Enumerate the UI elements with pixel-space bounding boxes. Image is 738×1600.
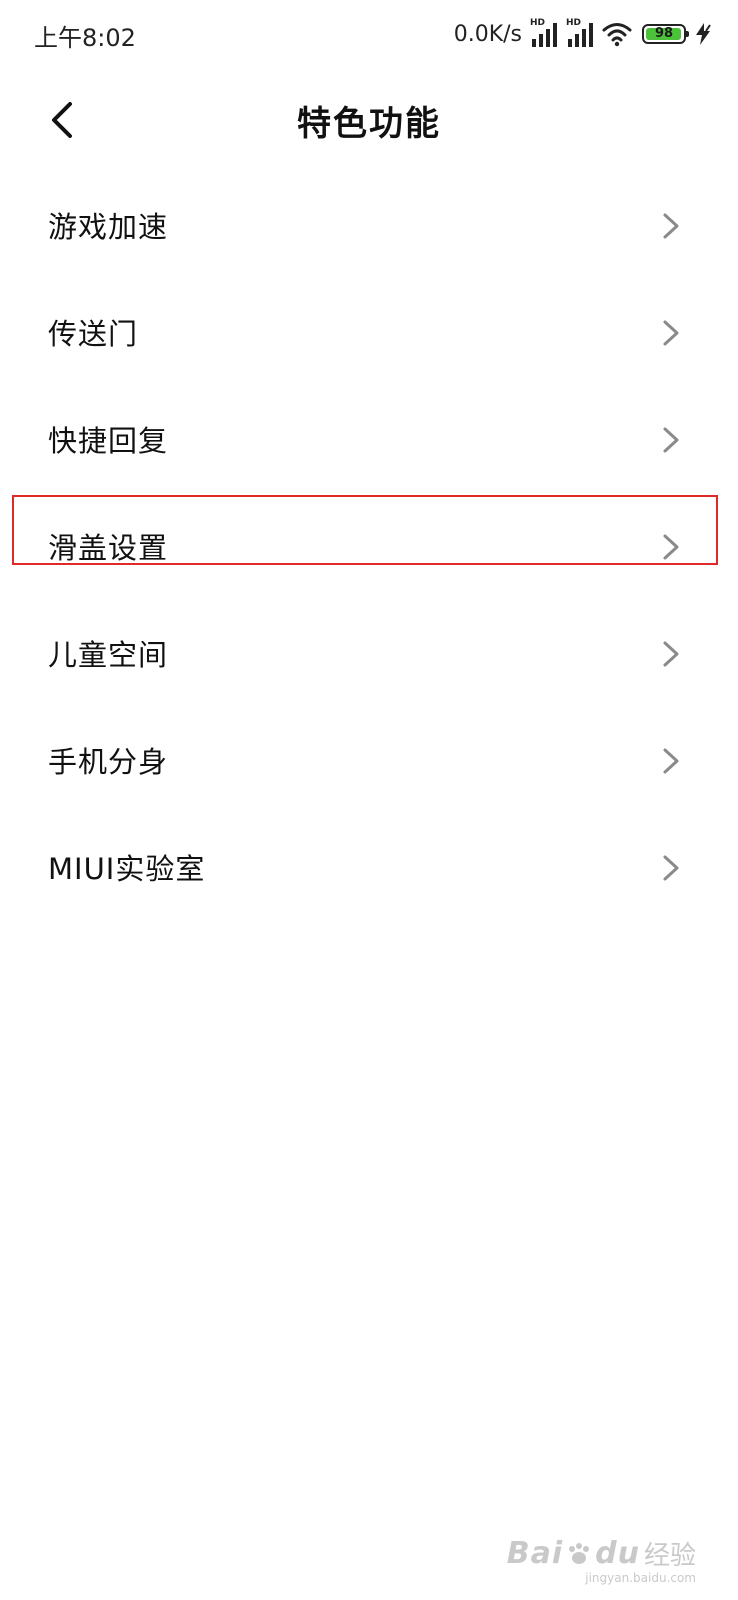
watermark-product: 经验 [643,1541,696,1571]
menu-item-slide-settings[interactable]: 滑盖设置 [0,493,738,600]
watermark-brand: Bai [506,1536,564,1571]
menu-item-label: 快捷回复 [48,424,169,458]
watermark-brand-suffix: du [595,1536,640,1571]
paw-icon [569,1542,590,1564]
menu-item-label: MIUI实验室 [48,852,206,886]
chevron-right-icon [663,427,679,453]
net-speed: 0.0K/s [453,21,522,47]
charging-bolt-icon [696,23,711,45]
menu-item-quick-reply[interactable]: 快捷回复 [0,386,738,493]
feature-list: 游戏加速 传送门 快捷回复 滑盖设置 儿童空间 手机分身 MIUI实验室 [0,172,738,921]
menu-item-game-acceleration[interactable]: 游戏加速 [0,172,738,279]
chevron-right-icon [663,534,679,560]
menu-item-second-space[interactable]: 手机分身 [0,707,738,814]
status-icons: 0.0K/s HD HD 98 [454,16,714,52]
watermark-url: jingyan.baidu.com [585,1571,696,1585]
page-title: 特色功能 [297,104,441,144]
battery-level: 98 [654,26,674,41]
menu-item-portal[interactable]: 传送门 [0,279,738,386]
menu-item-label: 儿童空间 [48,638,169,672]
cellular-signal-icon: HD [530,18,560,49]
menu-item-label: 传送门 [48,317,139,351]
battery-icon: 98 [642,24,689,44]
status-time: 上午8:02 [34,24,136,52]
header: 特色功能 [0,82,738,158]
menu-item-label: 滑盖设置 [48,531,169,565]
cellular-signal-icon: HD [566,18,596,49]
chevron-right-icon [663,855,679,881]
baidu-watermark: Bai du 经验 jingyan.baidu.com [506,1535,696,1585]
chevron-right-icon [663,213,679,239]
chevron-right-icon [663,320,679,346]
status-bar: 上午8:02 0.0K/s HD HD 98 [0,0,738,70]
menu-item-miui-lab[interactable]: MIUI实验室 [0,814,738,921]
chevron-right-icon [663,641,679,667]
chevron-right-icon [663,748,679,774]
menu-item-label: 手机分身 [48,745,169,779]
menu-item-kids-space[interactable]: 儿童空间 [0,600,738,707]
wifi-icon [602,23,632,47]
menu-item-label: 游戏加速 [48,210,169,244]
